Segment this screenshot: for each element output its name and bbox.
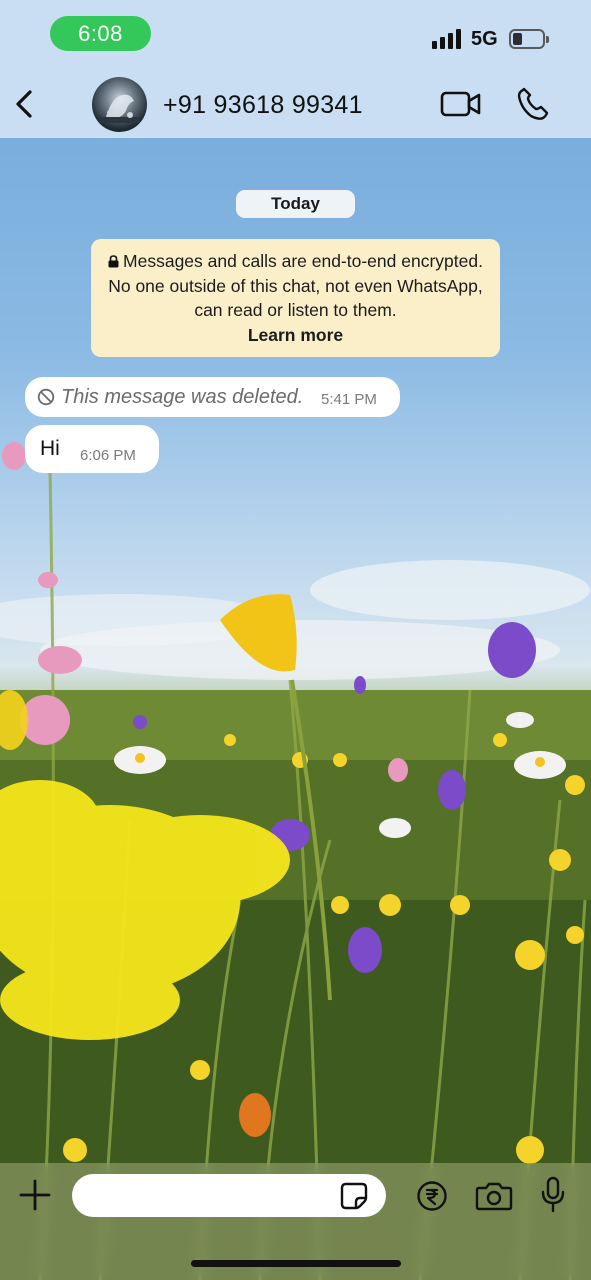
home-indicator[interactable]	[191, 1260, 401, 1267]
status-time[interactable]: 6:08	[50, 16, 151, 51]
lock-icon	[108, 255, 119, 268]
contact-name[interactable]: +91 93618 99341	[163, 91, 363, 120]
camera-icon[interactable]	[475, 1180, 513, 1212]
microphone-icon[interactable]	[540, 1176, 566, 1214]
avatar-image	[100, 94, 140, 123]
learn-more-link[interactable]: Learn more	[103, 323, 488, 348]
sticker-icon[interactable]	[340, 1182, 368, 1210]
status-bar: 6:08 5G	[0, 0, 591, 70]
chevron-left-icon[interactable]	[10, 86, 40, 122]
rupee-payment-icon[interactable]	[416, 1180, 448, 1212]
contact-avatar[interactable]	[92, 77, 147, 132]
deleted-ban-icon	[37, 388, 55, 406]
network-type: 5G	[471, 28, 498, 50]
chat-header: +91 93618 99341	[0, 70, 591, 138]
encryption-notice-text: Messages and calls are end-to-end encryp…	[108, 251, 483, 320]
date-separator: Today	[236, 190, 355, 218]
video-call-icon[interactable]	[440, 89, 482, 119]
message-text: Hi	[40, 437, 60, 460]
message-bubble-deleted[interactable]: This message was deleted. 5:41 PM	[25, 377, 400, 417]
plus-icon[interactable]	[19, 1179, 51, 1211]
message-timestamp: 6:06 PM	[80, 447, 136, 464]
message-timestamp: 5:41 PM	[321, 391, 377, 408]
cellular-signal-icon	[432, 29, 461, 49]
message-bubble[interactable]: Hi 6:06 PM	[25, 425, 159, 473]
battery-icon	[509, 29, 549, 49]
message-input[interactable]	[72, 1174, 386, 1217]
encryption-notice[interactable]: Messages and calls are end-to-end encryp…	[91, 239, 500, 357]
phone-icon[interactable]	[515, 86, 551, 122]
deleted-message-text: This message was deleted.	[61, 385, 304, 408]
